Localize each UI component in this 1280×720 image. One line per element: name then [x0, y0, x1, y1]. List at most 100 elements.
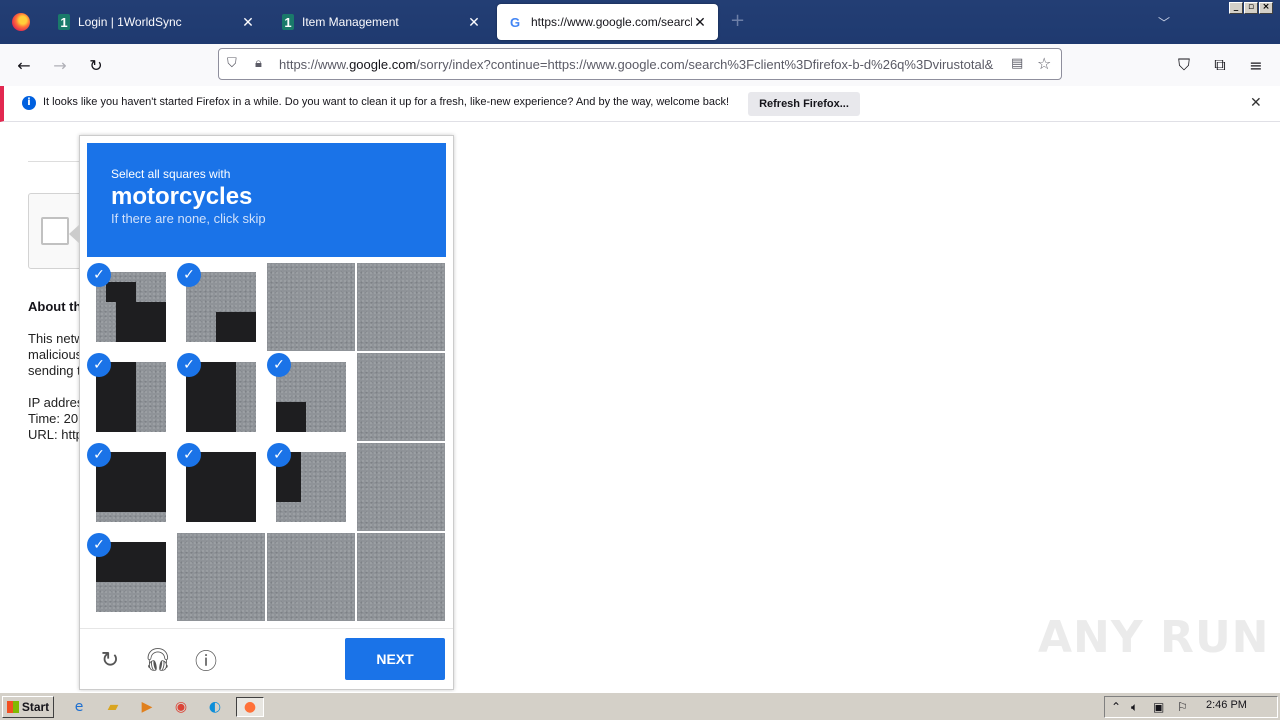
firefox-icon — [12, 13, 30, 31]
reload-button[interactable]: ↻ — [84, 53, 108, 77]
tile-selected-check-icon: ✓ — [177, 353, 201, 377]
about-heading: About th — [28, 299, 82, 314]
image-detail — [216, 312, 256, 342]
notification-message: It looks like you haven't started Firefo… — [43, 96, 730, 108]
internet-explorer-icon[interactable]: e — [68, 697, 90, 717]
tab-login[interactable]: 1 Login | 1WorldSync ✕ — [48, 4, 266, 40]
captcha-tile[interactable]: ✓ — [87, 263, 175, 351]
anyrun-watermark: ANY RUN — [1038, 612, 1270, 663]
firefox-taskbar-icon[interactable]: ● — [236, 697, 264, 717]
navigation-toolbar: ← → ↻ ⛉ 🔒︎ https://www.google.com/sorry/… — [0, 44, 1280, 86]
captcha-tile[interactable] — [177, 533, 265, 621]
tile-selected-check-icon: ✓ — [267, 443, 291, 467]
page-text-line: Time: 20 — [28, 411, 79, 426]
info-icon[interactable]: ⓘ — [193, 647, 219, 675]
close-window-icon[interactable]: × — [1259, 2, 1273, 14]
captcha-challenge-dialog: Select all squares with motorcycles If t… — [69, 135, 454, 690]
tab-title: https://www.google.com/search?c — [531, 15, 692, 29]
captcha-tile[interactable]: ✓ — [177, 353, 265, 441]
firefox-menu-button[interactable] — [0, 0, 42, 44]
edge-icon[interactable]: ◐ — [204, 697, 226, 717]
media-player-icon[interactable]: ▶ — [136, 697, 158, 717]
pocket-icon[interactable]: ⛉ — [1172, 53, 1196, 77]
volume-icon[interactable]: 🔈︎ — [1131, 700, 1138, 715]
audio-challenge-icon[interactable]: 🎧︎ — [144, 647, 172, 673]
page-text-line: URL: http — [28, 427, 83, 442]
image-detail — [106, 282, 136, 302]
bookmark-star-icon[interactable]: ☆ — [1037, 54, 1051, 73]
network-icon[interactable]: ▣ — [1153, 700, 1164, 714]
tab-title: Item Management — [302, 15, 399, 29]
notification-bar: i It looks like you haven't started Fire… — [0, 86, 1280, 122]
captcha-tile[interactable] — [357, 353, 445, 441]
page-text-line: This netw — [28, 331, 84, 346]
captcha-tile-image — [357, 263, 445, 351]
image-detail — [116, 302, 166, 342]
captcha-tile[interactable]: ✓ — [87, 353, 175, 441]
tab-title: Login | 1WorldSync — [78, 15, 182, 29]
restore-icon[interactable]: ▫ — [1244, 2, 1258, 14]
url-text[interactable]: https://www.google.com/sorry/index?conti… — [279, 57, 1007, 72]
captcha-tile[interactable] — [267, 263, 355, 351]
tile-selected-check-icon: ✓ — [267, 353, 291, 377]
action-center-flag-icon[interactable]: ⚐ — [1177, 700, 1188, 714]
list-all-tabs-icon[interactable]: ﹀ — [1158, 14, 1170, 31]
close-tab-icon[interactable]: ✕ — [240, 14, 256, 31]
tile-selected-check-icon: ✓ — [87, 263, 111, 287]
next-button[interactable]: NEXT — [345, 638, 445, 680]
captcha-tile[interactable]: ✓ — [267, 353, 355, 441]
hamburger-menu-icon[interactable]: ≡ — [1244, 53, 1268, 77]
captcha-tile-image — [267, 263, 355, 351]
url-bar[interactable]: ⛉ 🔒︎ https://www.google.com/sorry/index?… — [218, 48, 1062, 80]
extensions-icon[interactable]: ⧉ — [1208, 53, 1232, 77]
refresh-firefox-button[interactable]: Refresh Firefox... — [748, 92, 860, 116]
chrome-icon[interactable]: ◉ — [170, 697, 192, 717]
captcha-hint: If there are none, click skip — [111, 211, 266, 226]
google-icon: G — [509, 14, 521, 30]
captcha-header: Select all squares with motorcycles If t… — [87, 143, 446, 257]
captcha-tile[interactable] — [267, 533, 355, 621]
captcha-tile[interactable]: ✓ — [267, 443, 355, 531]
captcha-footer-divider — [80, 628, 453, 629]
captcha-tile[interactable] — [357, 263, 445, 351]
captcha-tile-image — [177, 533, 265, 621]
minimize-icon[interactable]: _ — [1229, 2, 1243, 14]
lock-icon[interactable]: 🔒︎ — [255, 56, 262, 71]
start-label: Start — [21, 700, 50, 714]
tile-selected-check-icon: ✓ — [87, 533, 111, 557]
captcha-tile[interactable]: ✓ — [177, 263, 265, 351]
captcha-target-object: motorcycles — [111, 183, 253, 210]
back-button[interactable]: ← — [12, 53, 36, 77]
captcha-tile[interactable]: ✓ — [87, 533, 175, 621]
tracking-protection-shield-icon[interactable]: ⛉ — [227, 56, 237, 71]
page-text-line: sending t — [28, 363, 81, 378]
captcha-instruction: Select all squares with — [111, 167, 231, 181]
captcha-tile-image — [357, 353, 445, 441]
show-hidden-icons[interactable]: ⌃ — [1111, 700, 1121, 714]
recaptcha-checkbox[interactable] — [41, 217, 69, 245]
tile-selected-check-icon: ✓ — [87, 353, 111, 377]
close-notification-icon[interactable]: ✕ — [1250, 95, 1262, 111]
tile-selected-check-icon: ✓ — [177, 263, 201, 287]
captcha-tile[interactable]: ✓ — [87, 443, 175, 531]
captcha-tile[interactable]: ✓ — [177, 443, 265, 531]
page-text-line: IP addres — [28, 395, 84, 410]
file-explorer-icon[interactable]: ▰ — [102, 697, 124, 717]
forward-button[interactable]: → — [48, 53, 72, 77]
reload-challenge-icon[interactable]: ↻ — [97, 647, 123, 673]
captcha-image-grid: ✓ ✓ ✓ ✓ ✓ ✓ ✓ ✓ ✓ — [87, 263, 446, 622]
taskbar: Start e ▰ ▶ ◉ ◐ ● ⌃ 🔈︎ ▣ ⚐ 2:46 PM — [0, 692, 1280, 720]
tab-google-search[interactable]: G https://www.google.com/search?c ✕ — [497, 4, 718, 40]
close-tab-icon[interactable]: ✕ — [466, 14, 482, 31]
tab-item-management[interactable]: 1 Item Management ✕ — [272, 4, 492, 40]
captcha-tile[interactable] — [357, 533, 445, 621]
reader-view-icon[interactable]: ▤ — [1011, 56, 1023, 71]
new-tab-button[interactable]: + — [730, 10, 745, 31]
captcha-tile-image — [267, 533, 355, 621]
clock: 2:46 PM — [1206, 699, 1247, 711]
start-button[interactable]: Start — [2, 696, 54, 718]
1worldsync-icon: 1 — [282, 14, 294, 30]
windows-flag-icon — [6, 701, 19, 713]
close-tab-icon[interactable]: ✕ — [692, 14, 708, 31]
captcha-tile[interactable] — [357, 443, 445, 531]
